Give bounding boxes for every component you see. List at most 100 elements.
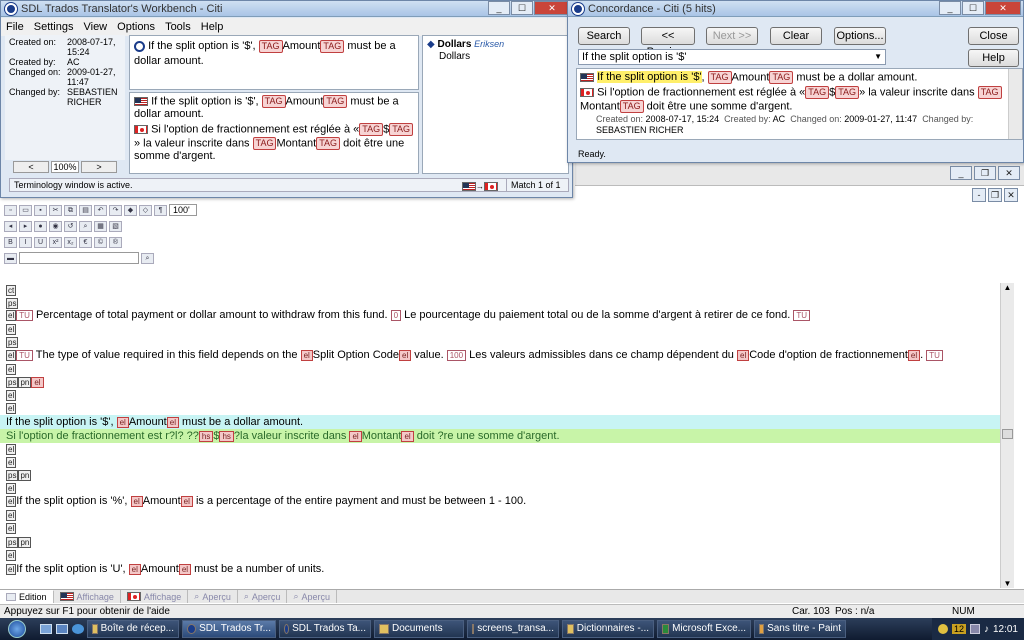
find-icon[interactable]: ⌕ xyxy=(141,252,154,264)
segment-line-4[interactable]: el If the split option is '%', el Amount el… xyxy=(6,495,990,508)
terminology-panel[interactable]: ◆ Dollars Eriksen Dollars xyxy=(422,35,569,174)
search-button[interactable]: Search xyxy=(578,27,630,45)
get-next-icon[interactable]: ▸ xyxy=(19,220,32,232)
taskbar-item-paint[interactable]: Sans titre - Paint xyxy=(754,620,846,638)
tab-apercu-2[interactable]: ⌕ Aperçu xyxy=(238,590,288,603)
scroll-thumb[interactable] xyxy=(1002,429,1013,439)
trados-close-icon[interactable]: ◇ xyxy=(139,204,152,216)
next-button[interactable]: Next >> xyxy=(706,27,758,45)
menu-view[interactable]: View xyxy=(78,18,112,36)
menu-tools[interactable]: Tools xyxy=(160,18,196,36)
doc-minimize-button[interactable]: - xyxy=(972,188,986,202)
taskbar-item-trados-tag[interactable]: SDL Trados Ta... xyxy=(279,620,371,638)
clock[interactable]: 12:01 xyxy=(993,624,1018,635)
scroll-up-icon[interactable]: ▲ xyxy=(1001,283,1014,292)
concordance-icon[interactable]: ⌕ xyxy=(79,220,92,232)
tray-chat-icon[interactable] xyxy=(937,624,948,634)
tab-affichage-1[interactable]: Affichage xyxy=(54,590,121,603)
match-panel[interactable]: If the split option is '$', TAG Amount TAG… xyxy=(129,92,419,174)
registered-icon[interactable]: ® xyxy=(109,236,122,248)
euro-icon[interactable]: € xyxy=(79,236,92,248)
taskbar-item-screens[interactable]: screens_transa... xyxy=(467,620,559,638)
tab-apercu-3[interactable]: ⌕ Aperçu xyxy=(287,590,338,603)
copy-icon[interactable]: ⧉ xyxy=(64,204,77,216)
close-button[interactable]: ✕ xyxy=(985,1,1021,15)
term-icon[interactable]: ▧ xyxy=(109,220,122,232)
new-icon[interactable]: ▫ xyxy=(4,204,17,216)
editor-scrollbar[interactable]: ▲ ▼ xyxy=(1000,283,1014,588)
start-button[interactable] xyxy=(0,618,34,640)
style-select[interactable] xyxy=(19,252,139,264)
italic-icon[interactable]: I xyxy=(19,236,32,248)
superscript-icon[interactable]: x² xyxy=(49,236,62,248)
taskbar-item-documents[interactable]: Documents xyxy=(374,620,464,638)
tab-affichage-2[interactable]: Affichage xyxy=(121,590,189,603)
maximize-button[interactable]: ☐ xyxy=(962,1,984,15)
options-button[interactable]: Options... xyxy=(834,27,886,45)
zoom-select[interactable]: 100' xyxy=(169,204,197,216)
concordance-results[interactable]: If the split option is '$', TAG Amount TAG… xyxy=(576,68,1023,140)
quicklaunch-ie-icon[interactable] xyxy=(72,624,84,634)
underline-icon[interactable]: U xyxy=(34,236,47,248)
translate-icon[interactable]: ◉ xyxy=(49,220,62,232)
minimize-button[interactable]: _ xyxy=(488,1,510,15)
tab-apercu-1[interactable]: ⌕ Aperçu xyxy=(188,590,238,603)
concordance-titlebar[interactable]: Concordance - Citi (5 hits) _ ☐ ✕ xyxy=(568,1,1023,17)
clear-button[interactable]: Clear xyxy=(770,27,822,45)
trados-open-icon[interactable]: ◆ xyxy=(124,204,137,216)
segment-line-5[interactable]: el If the split option is 'U', el Amount el… xyxy=(6,563,990,576)
quicklaunch-switch-icon[interactable] xyxy=(56,624,68,634)
dropdown-icon[interactable]: ▼ xyxy=(874,50,882,64)
menu-file[interactable]: File xyxy=(1,18,29,36)
tray-volume-icon[interactable]: ♪ xyxy=(984,624,989,635)
doc-close-button[interactable]: ✕ xyxy=(1004,188,1018,202)
scroll-down-icon[interactable]: ▼ xyxy=(1001,579,1014,588)
close-button[interactable]: ✕ xyxy=(534,1,570,15)
results-scrollbar[interactable] xyxy=(1008,69,1022,139)
minimize-button[interactable]: _ xyxy=(939,1,961,15)
editor-minimize-button[interactable]: _ xyxy=(950,166,972,180)
active-source-segment[interactable]: If the split option is '$', el Amount el m… xyxy=(0,415,1000,429)
taskbar-item-trados-workbench[interactable]: SDL Trados Tr... xyxy=(182,620,276,638)
quicklaunch-desktop-icon[interactable] xyxy=(40,624,52,634)
editor-restore-button[interactable]: ❐ xyxy=(974,166,996,180)
document-area[interactable]: ct ps el TU Percentage of total payment o… xyxy=(0,283,1010,588)
taskbar-item-excel[interactable]: Microsoft Exce... xyxy=(657,620,751,638)
menu-options[interactable]: Options xyxy=(112,18,160,36)
concordance-search-input[interactable]: If the split option is '$' ▼ xyxy=(578,49,886,65)
term-expand-icon[interactable]: ◆ xyxy=(427,39,435,50)
maximize-button[interactable]: ☐ xyxy=(511,1,533,15)
source-segment-panel[interactable]: If the split option is '$', TAG Amount TAG… xyxy=(129,35,419,90)
subscript-icon[interactable]: x₂ xyxy=(64,236,77,248)
tab-edition[interactable]: Edition xyxy=(0,590,54,603)
segment-line-2[interactable]: el TU The type of value required in this … xyxy=(6,349,990,362)
paste-icon[interactable]: ▤ xyxy=(79,204,92,216)
copyright-icon[interactable]: © xyxy=(94,236,107,248)
redo-icon[interactable]: ↷ xyxy=(109,204,122,216)
save-icon[interactable]: ▪ xyxy=(34,204,47,216)
undo-icon[interactable]: ↶ xyxy=(94,204,107,216)
glossary-icon[interactable]: ▦ xyxy=(94,220,107,232)
active-target-segment[interactable]: Si l'option de fractionnement est r?l? ?… xyxy=(0,429,1000,443)
doc-restore-button[interactable]: ❐ xyxy=(988,188,1002,202)
tray-badge[interactable]: 12 xyxy=(951,624,966,634)
restore-icon[interactable]: ↺ xyxy=(64,220,77,232)
cut-icon[interactable]: ✂ xyxy=(49,204,62,216)
close-dialog-button[interactable]: Close xyxy=(968,27,1019,45)
tray-network-icon[interactable] xyxy=(969,624,980,634)
previous-button[interactable]: << Previous xyxy=(641,27,695,58)
zoom-in-button[interactable]: > xyxy=(81,161,117,173)
help-button[interactable]: Help xyxy=(968,49,1019,67)
taskbar-item-mail[interactable]: Boîte de récep... xyxy=(87,620,179,638)
menu-settings[interactable]: Settings xyxy=(29,18,79,36)
zoom-out-button[interactable]: < xyxy=(13,161,49,173)
pilcrow-icon[interactable]: ¶ xyxy=(154,204,167,216)
get-previous-icon[interactable]: ◂ xyxy=(4,220,17,232)
open-icon[interactable]: ▭ xyxy=(19,204,32,216)
workbench-titlebar[interactable]: SDL Trados Translator's Workbench - Citi… xyxy=(1,1,572,17)
taskbar-item-dictionnaires[interactable]: Dictionnaires -... xyxy=(562,620,654,638)
set-close-icon[interactable]: ● xyxy=(34,220,47,232)
menu-help[interactable]: Help xyxy=(196,18,229,36)
editor-close-button[interactable]: ✕ xyxy=(998,166,1020,180)
bold-icon[interactable]: B xyxy=(4,236,17,248)
